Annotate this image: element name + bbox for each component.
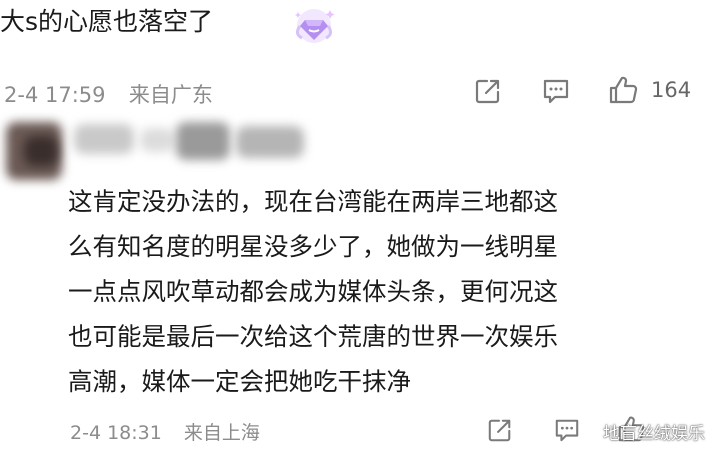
comment-2-meta: 2-4 18:31 来自上海 xyxy=(70,418,260,445)
comment-2-line: 也可能是最后一次给这个荒唐的世界一次娱乐 xyxy=(68,322,558,351)
share-button-1[interactable] xyxy=(472,75,504,107)
like-count-1: 164 xyxy=(651,78,692,102)
comment-2-line: 高潮，媒体一定会把她吃干抹净 xyxy=(68,367,411,396)
comment-2-text: 这肯定没办法的，现在台湾能在两岸三地都这 么有知名度的明星没多少了，她做为一线明… xyxy=(68,179,688,404)
comment-1-text: 大s的心愿也落空了 xyxy=(0,7,214,36)
comment-1-date: 2-4 17:59 xyxy=(4,83,106,107)
comment-2-line: 么有知名度的明星没多少了，她做为一线明星 xyxy=(68,232,558,261)
gem-badge-icon xyxy=(290,4,340,46)
like-button-1[interactable] xyxy=(606,73,640,107)
blurred-username-4 xyxy=(236,126,304,158)
comment-2-date: 2-4 18:31 xyxy=(70,422,162,444)
reply-button-2[interactable] xyxy=(552,415,582,445)
blurred-avatar-detail xyxy=(24,136,58,166)
blurred-username-2 xyxy=(140,128,174,152)
comment-2-location: 来自上海 xyxy=(183,422,260,444)
share-icon xyxy=(488,419,511,442)
share-button-2[interactable] xyxy=(485,415,515,445)
comment-icon xyxy=(543,79,569,104)
comment-1-meta: 2-4 17:59 来自广东 xyxy=(4,79,213,109)
watermark: 地盲丝绒娱乐 xyxy=(603,424,705,444)
comment-icon xyxy=(555,419,579,442)
reply-button-1[interactable] xyxy=(540,75,572,107)
share-icon xyxy=(475,79,500,104)
blurred-username-1 xyxy=(74,124,134,154)
thumbs-up-icon xyxy=(609,76,638,104)
comment-2-line: 一点点风吹草动都会成为媒体头条，更何况这 xyxy=(68,277,558,306)
comment-2-line: 这肯定没办法的，现在台湾能在两岸三地都这 xyxy=(68,187,558,216)
comment-1-location: 来自广东 xyxy=(128,83,213,107)
blurred-username-3 xyxy=(176,122,230,160)
